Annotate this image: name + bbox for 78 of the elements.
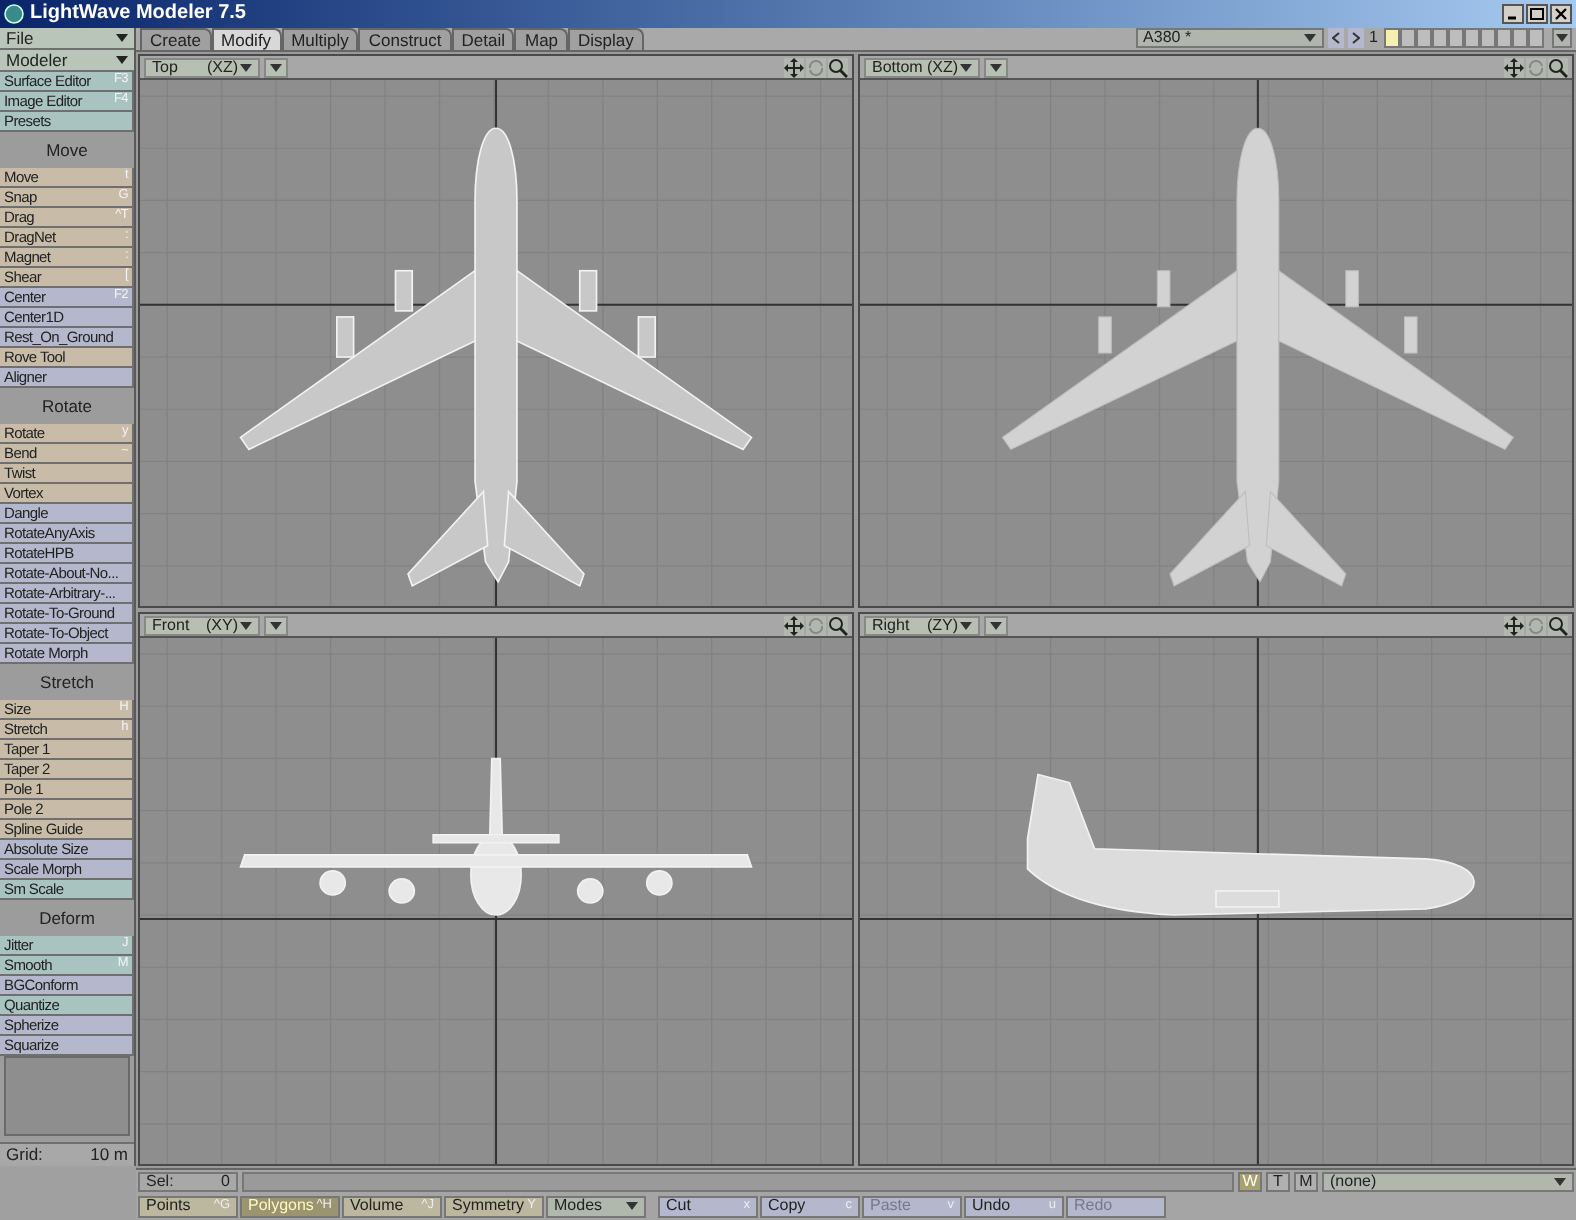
caret-icon [960, 621, 972, 629]
caret-icon [960, 63, 972, 71]
layer-toggle[interactable] [1400, 28, 1416, 48]
move-icon[interactable] [784, 57, 804, 77]
tab[interactable]: Multiply [281, 28, 359, 50]
next-layer-button[interactable] [1347, 28, 1364, 48]
grid-readout: Grid: 10 m [0, 1142, 134, 1166]
tab[interactable]: Construct [358, 28, 452, 50]
view-type-dropdown[interactable]: Top (XZ) [144, 57, 260, 77]
zoom-icon[interactable] [828, 615, 848, 635]
tab[interactable]: Map [514, 28, 569, 50]
selection-count: Sel: 0 [138, 1171, 238, 1191]
mode-toggle[interactable]: M [1294, 1171, 1318, 1191]
mode-toggle[interactable]: T [1266, 1171, 1290, 1191]
axis-label: (XZ) [926, 59, 958, 75]
layer-toggle[interactable] [1496, 28, 1512, 48]
zoom-icon[interactable] [828, 57, 848, 77]
layer-toggle[interactable] [1384, 28, 1400, 48]
axis-label: (XY) [206, 617, 238, 633]
modes-dropdown[interactable]: Modes [546, 1195, 646, 1217]
layer-toggle[interactable] [1512, 28, 1528, 48]
group-heading: Deform [39, 905, 95, 931]
tab[interactable]: Create [140, 28, 212, 50]
layer-toggle[interactable] [1464, 28, 1480, 48]
caret-icon [240, 621, 252, 629]
window-title: LightWave Modeler 7.5 [30, 4, 246, 24]
tab[interactable]: Display [568, 28, 644, 50]
morph-dropdown[interactable]: (none) [1322, 1171, 1574, 1191]
zoom-icon[interactable] [1548, 615, 1568, 635]
close-button[interactable] [1550, 4, 1572, 24]
layer-toggle[interactable] [1480, 28, 1496, 48]
close-icon [1554, 8, 1568, 20]
view-options-dropdown[interactable] [984, 615, 1008, 635]
layer-toggle[interactable] [1416, 28, 1432, 48]
caret-icon [990, 621, 1002, 629]
axis-label: (ZY) [926, 617, 958, 633]
caret-icon [1303, 34, 1316, 42]
view-options-dropdown[interactable] [264, 615, 288, 635]
view-options-dropdown[interactable] [984, 57, 1008, 77]
caret-icon [626, 1202, 638, 1210]
move-icon[interactable] [1504, 57, 1524, 77]
caret-icon [990, 63, 1002, 71]
object-dropdown[interactable]: A380 * [1135, 28, 1324, 48]
move-icon[interactable] [784, 615, 804, 635]
caret-icon [240, 63, 252, 71]
move-icon[interactable] [1504, 615, 1524, 635]
axis-label: (XZ) [206, 59, 238, 75]
info-panel [4, 1056, 130, 1136]
caret-icon [270, 63, 282, 71]
caret-icon [116, 34, 128, 42]
prev-layer-button[interactable] [1327, 28, 1344, 48]
maximize-button[interactable] [1526, 4, 1548, 24]
caret-icon [270, 621, 282, 629]
layer-number: 1 [1367, 30, 1380, 46]
layer-toggle[interactable] [1432, 28, 1448, 48]
dropdown-menu[interactable]: File [0, 28, 134, 50]
view-options-dropdown[interactable] [264, 57, 288, 77]
tab[interactable]: Detail [451, 28, 515, 50]
group-heading: Move [46, 137, 88, 163]
view-type-dropdown[interactable]: Right (ZY) [864, 615, 980, 635]
chevron-right-icon [1351, 32, 1360, 44]
layers-menu-button[interactable] [1552, 28, 1572, 48]
group-heading: Stretch [40, 669, 94, 695]
chevron-left-icon [1331, 32, 1340, 44]
zoom-icon[interactable] [1548, 57, 1568, 77]
layer-toggle[interactable] [1528, 28, 1544, 48]
dropdown-menu[interactable]: Modeler [0, 50, 134, 72]
maximize-icon [1530, 8, 1544, 20]
caret-icon [1554, 1177, 1566, 1185]
view-type-dropdown[interactable]: Front (XY) [144, 615, 260, 635]
app-icon [4, 4, 24, 24]
tab[interactable]: Modify [211, 28, 282, 50]
view-type-dropdown[interactable]: Bottom (XZ) [864, 57, 980, 77]
minimize-button[interactable] [1502, 4, 1524, 24]
caret-icon [1556, 34, 1568, 42]
caret-icon [116, 56, 128, 64]
layer-toggle[interactable] [1448, 28, 1464, 48]
group-heading: Rotate [41, 393, 93, 419]
